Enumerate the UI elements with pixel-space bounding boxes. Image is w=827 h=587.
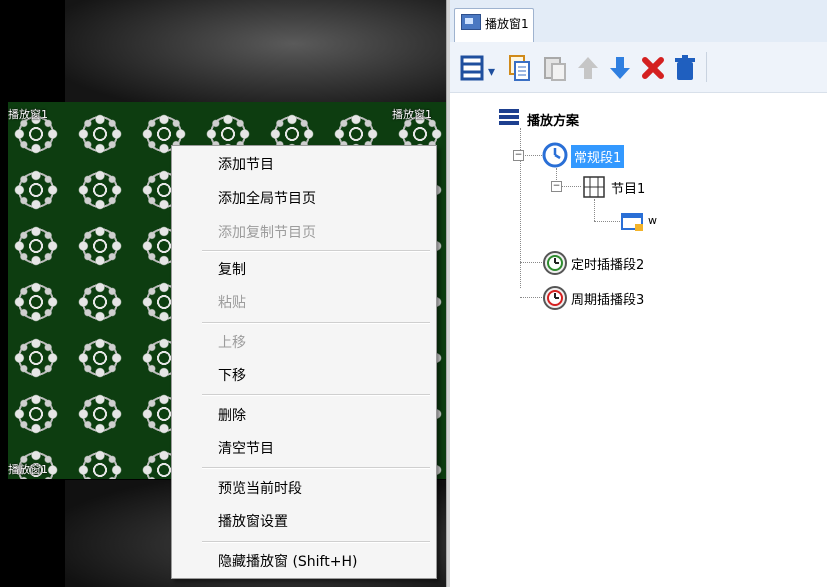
window-label-bottom-left: 播放窗1: [8, 463, 48, 476]
window-icon: [461, 14, 481, 30]
menu-item-preview-current-period[interactable]: 预览当前时段: [218, 478, 302, 498]
trash-icon[interactable]: [672, 54, 698, 82]
window-item-icon: [621, 213, 643, 231]
tree-line: [594, 199, 595, 221]
tree-root-label[interactable]: 播放方案: [527, 110, 579, 129]
menu-item-add-copy-page[interactable]: 添加复制节目页: [218, 222, 316, 242]
tab-play-window[interactable]: 播放窗1: [454, 8, 534, 43]
background-image-top: [65, 0, 446, 110]
tree-item-w-label[interactable]: w: [648, 214, 657, 227]
tab-strip: 播放窗1: [450, 0, 827, 43]
tree-expander[interactable]: −: [513, 150, 524, 161]
menu-separator: [202, 467, 430, 469]
clock-icon: [542, 142, 568, 168]
menu-item-move-down[interactable]: 下移: [218, 365, 246, 385]
periodic-clock-icon: [543, 286, 567, 310]
menu-item-move-up[interactable]: 上移: [218, 332, 246, 352]
layout-icon[interactable]: [460, 54, 486, 82]
context-menu: 添加节目 添加全局节目页 添加复制节目页 复制 粘贴 上移 下移 删除 清空节目…: [171, 145, 437, 579]
menu-item-hide-window[interactable]: 隐藏播放窗 (Shift+H): [218, 551, 357, 571]
menu-item-delete[interactable]: 删除: [218, 405, 246, 425]
window-label-top-right: 播放窗1: [392, 108, 432, 121]
timed-clock-icon: [543, 251, 567, 275]
tree-line: [520, 297, 542, 298]
tree-line: [520, 262, 542, 263]
menu-item-clear-programs[interactable]: 清空节目: [218, 438, 274, 458]
dropdown-arrow-icon[interactable]: ▾: [488, 58, 495, 86]
menu-separator: [202, 394, 430, 396]
menu-item-add-program[interactable]: 添加节目: [218, 154, 274, 174]
tree-line: [594, 221, 620, 222]
toolbar-separator: [706, 52, 707, 82]
paste-icon[interactable]: [542, 54, 568, 82]
move-down-icon[interactable]: [608, 54, 632, 82]
tree-segment-regular-selected[interactable]: 常规段1: [571, 145, 625, 168]
tree-line: [561, 186, 581, 187]
program-film-icon: [583, 176, 605, 198]
delete-x-icon[interactable]: [640, 54, 666, 82]
tab-label: 播放窗1: [485, 17, 529, 31]
menu-separator: [202, 250, 430, 252]
menu-separator: [202, 322, 430, 324]
menu-item-copy[interactable]: 复制: [218, 259, 246, 279]
menu-item-paste[interactable]: 粘贴: [218, 292, 246, 312]
menu-separator: [202, 541, 430, 543]
menu-item-window-settings[interactable]: 播放窗设置: [218, 511, 288, 531]
menu-item-add-global-page[interactable]: 添加全局节目页: [218, 188, 316, 208]
window-label-top-left: 播放窗1: [8, 108, 48, 121]
plan-list-icon: [499, 109, 519, 125]
tree-program-label[interactable]: 节目1: [611, 178, 645, 197]
toolbar: ▾: [450, 42, 827, 93]
tree-segment-periodic-label[interactable]: 周期插播段3: [571, 289, 644, 308]
right-panel: 播放窗1 ▾ 播放方案 − 常规段1 − 节目1 w 定时插播段2 周期插播段3: [450, 0, 827, 587]
move-up-icon[interactable]: [576, 54, 600, 82]
tree-segment-timed-label[interactable]: 定时插播段2: [571, 254, 644, 273]
copy-icon[interactable]: [506, 54, 532, 82]
